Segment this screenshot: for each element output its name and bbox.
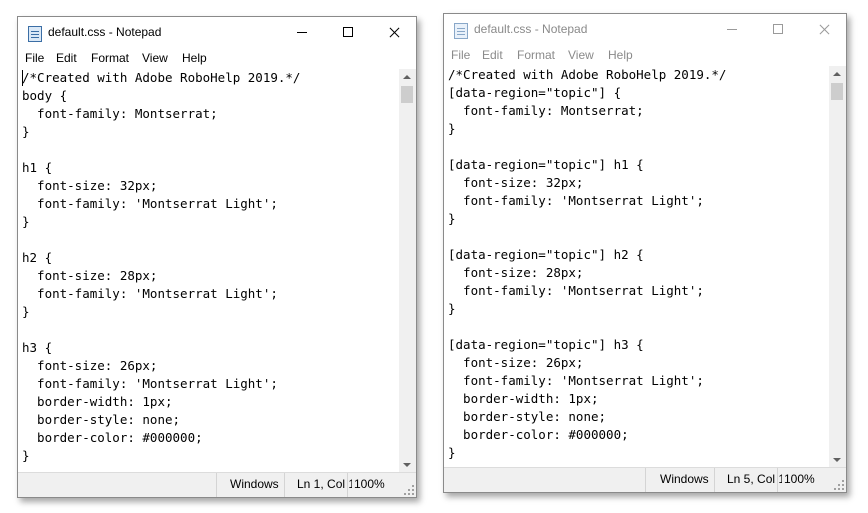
vertical-scrollbar[interactable] (399, 69, 416, 474)
maximize-icon[interactable] (325, 17, 371, 49)
menu-file[interactable]: File (451, 48, 470, 62)
text-caret (22, 70, 23, 86)
title-bar[interactable]: default.css - Notepad (444, 14, 846, 46)
minimize-icon[interactable] (709, 14, 755, 46)
menu-view[interactable]: View (142, 51, 168, 65)
scroll-thumb[interactable] (831, 83, 843, 100)
maximize-icon[interactable] (755, 14, 801, 46)
notepad-window-right[interactable]: default.css - Notepad File Edit Format V… (443, 13, 847, 493)
scroll-up-icon[interactable] (829, 66, 846, 83)
menu-format[interactable]: Format (91, 51, 129, 65)
menu-edit[interactable]: Edit (482, 48, 503, 62)
menu-edit[interactable]: Edit (56, 51, 77, 65)
menu-bar: File Edit Format View Help (444, 46, 846, 66)
close-icon[interactable] (801, 14, 847, 46)
status-line-ending: Windows (645, 468, 714, 492)
resize-grip-icon[interactable] (404, 485, 414, 495)
window-title: default.css - Notepad (474, 22, 588, 36)
menu-file[interactable]: File (25, 51, 44, 65)
status-bar: Windows Ln 5, Col 1 100% (444, 467, 846, 492)
window-title: default.css - Notepad (48, 25, 162, 39)
menu-view[interactable]: View (568, 48, 594, 62)
notepad-icon (28, 26, 42, 42)
status-zoom: 100% (347, 473, 402, 497)
editor-content[interactable]: /*Created with Adobe RoboHelp 2019.*/ bo… (18, 69, 399, 465)
scroll-thumb[interactable] (401, 86, 413, 103)
status-bar: Windows Ln 1, Col 1 100% (18, 472, 416, 497)
minimize-icon[interactable] (279, 17, 325, 49)
editor-content[interactable]: /*Created with Adobe RoboHelp 2019.*/ [d… (444, 66, 829, 462)
menu-format[interactable]: Format (517, 48, 555, 62)
menu-help[interactable]: Help (182, 51, 207, 65)
menu-bar: File Edit Format View Help (18, 49, 416, 69)
notepad-window-left[interactable]: default.css - Notepad File Edit Format V… (17, 16, 417, 498)
vertical-scrollbar[interactable] (829, 66, 846, 469)
close-icon[interactable] (371, 17, 417, 49)
menu-help[interactable]: Help (608, 48, 633, 62)
notepad-icon (454, 23, 468, 39)
status-line-ending: Windows (216, 473, 284, 497)
scroll-up-icon[interactable] (399, 69, 416, 86)
status-cursor-position: Ln 1, Col 1 (284, 473, 352, 497)
status-zoom: 100% (777, 468, 832, 492)
text-editor[interactable]: /*Created with Adobe RoboHelp 2019.*/ bo… (18, 69, 399, 474)
status-cursor-position: Ln 5, Col 1 (714, 468, 782, 492)
text-editor[interactable]: /*Created with Adobe RoboHelp 2019.*/ [d… (444, 66, 829, 469)
title-bar[interactable]: default.css - Notepad (18, 17, 416, 49)
resize-grip-icon[interactable] (834, 480, 844, 490)
